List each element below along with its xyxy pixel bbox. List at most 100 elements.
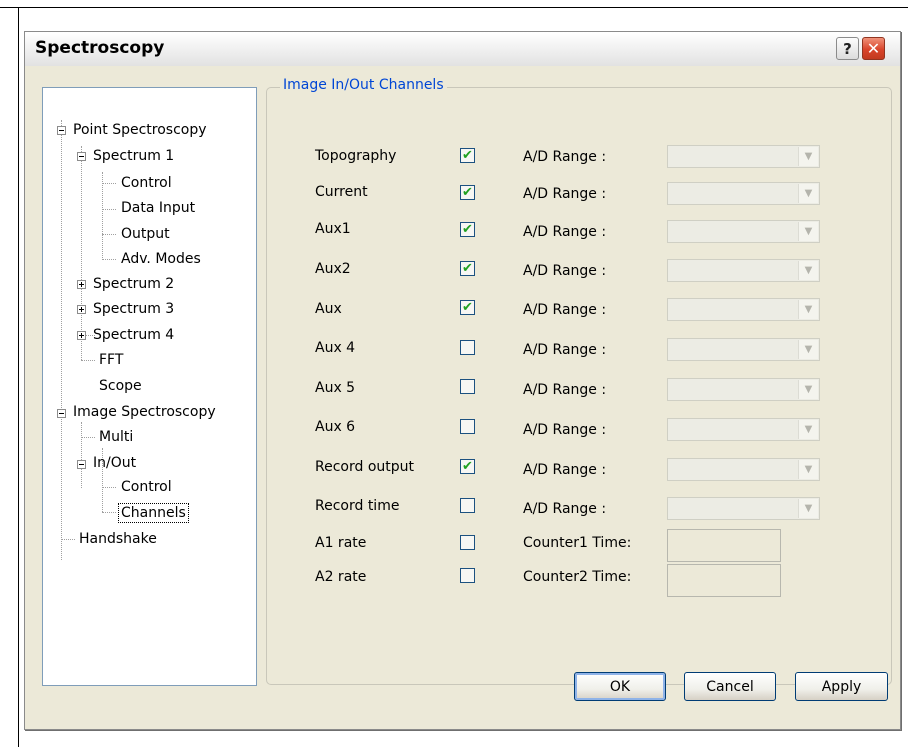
ad-range-select[interactable]: ▼ [667, 338, 820, 361]
rate-label: A1 rate [315, 535, 367, 551]
channel-label: Aux [315, 301, 342, 317]
expand-icon[interactable] [77, 331, 86, 340]
rate-label: A2 rate [315, 569, 367, 585]
tree-line [102, 234, 116, 235]
tree-item-spectrum-2[interactable]: Spectrum 2 [91, 275, 176, 293]
channel-label: Aux 5 [315, 380, 356, 396]
tree-item-multi[interactable]: Multi [97, 428, 135, 446]
collapse-icon[interactable] [77, 460, 86, 469]
counter-time-label: Counter2 Time: [523, 569, 632, 585]
page-border-top [0, 7, 908, 8]
tree-item-in-out-control[interactable]: Control [119, 478, 174, 496]
chevron-down-icon[interactable]: ▼ [798, 147, 818, 166]
tree-line [102, 487, 116, 488]
channel-checkbox[interactable]: ✔ [460, 148, 475, 163]
tree-item-channels[interactable]: Channels [118, 503, 189, 523]
tree-line [102, 259, 116, 260]
page-border-left [18, 7, 19, 747]
tree-item-fft[interactable]: FFT [97, 351, 125, 369]
channel-label: Record time [315, 498, 400, 514]
chevron-down-icon[interactable]: ▼ [798, 222, 818, 241]
collapse-icon[interactable] [57, 126, 66, 135]
ad-range-label: A/D Range : [523, 149, 607, 165]
counter-time-label: Counter1 Time: [523, 535, 632, 551]
ad-range-select[interactable]: ▼ [667, 145, 820, 168]
tree-item-spectrum-1[interactable]: Spectrum 1 [91, 147, 176, 165]
channel-checkbox[interactable]: ✔ [460, 300, 475, 315]
expand-icon[interactable] [77, 280, 86, 289]
channel-label: Aux 4 [315, 340, 356, 356]
window-title: Spectroscopy [35, 38, 165, 58]
help-button[interactable]: ? [836, 37, 859, 60]
channel-label: Record output [315, 459, 414, 475]
tree-item-scope[interactable]: Scope [97, 377, 144, 395]
channel-label: Aux1 [315, 221, 351, 237]
channel-label: Topography [315, 148, 397, 164]
ad-range-label: A/D Range : [523, 342, 607, 358]
channel-checkbox[interactable] [460, 498, 475, 513]
ad-range-select[interactable]: ▼ [667, 259, 820, 282]
tree-line [81, 437, 95, 438]
channel-checkbox[interactable]: ✔ [460, 222, 475, 237]
tree-item-spectrum-3[interactable]: Spectrum 3 [91, 300, 176, 318]
tree-item-handshake[interactable]: Handshake [77, 530, 159, 548]
chevron-down-icon[interactable]: ▼ [798, 420, 818, 439]
apply-button[interactable]: Apply [795, 672, 888, 701]
channel-label: Aux 6 [315, 419, 356, 435]
ad-range-select[interactable]: ▼ [667, 220, 820, 243]
channel-label: Current [315, 184, 368, 200]
tree-item-adv-modes[interactable]: Adv. Modes [119, 250, 203, 268]
chevron-down-icon[interactable]: ▼ [798, 184, 818, 203]
navigation-tree[interactable]: Point Spectroscopy Spectrum 1 Control Da… [42, 87, 257, 686]
tree-item-data-input[interactable]: Data Input [119, 199, 197, 217]
ad-range-label: A/D Range : [523, 462, 607, 478]
chevron-down-icon[interactable]: ▼ [798, 340, 818, 359]
chevron-down-icon[interactable]: ▼ [798, 499, 818, 518]
ad-range-select[interactable]: ▼ [667, 298, 820, 321]
chevron-down-icon[interactable]: ▼ [798, 300, 818, 319]
channel-checkbox[interactable]: ✔ [460, 459, 475, 474]
tree-line [81, 422, 82, 488]
chevron-down-icon[interactable]: ▼ [798, 460, 818, 479]
tree-item-output[interactable]: Output [119, 225, 172, 243]
close-button[interactable]: ✕ [862, 37, 885, 60]
ad-range-label: A/D Range : [523, 302, 607, 318]
rate-checkbox[interactable] [460, 535, 475, 550]
channel-checkbox[interactable]: ✔ [460, 185, 475, 200]
tree-item-spectrum-4[interactable]: Spectrum 4 [91, 326, 176, 344]
cancel-button[interactable]: Cancel [684, 672, 776, 701]
collapse-icon[interactable] [57, 409, 66, 418]
ad-range-select[interactable]: ▼ [667, 418, 820, 441]
ad-range-select[interactable]: ▼ [667, 378, 820, 401]
channel-checkbox[interactable] [460, 419, 475, 434]
channel-label: Aux2 [315, 261, 351, 277]
spectroscopy-dialog: Spectroscopy ? ✕ Point Spectroscopy Spec… [24, 31, 901, 730]
counter1-time-field[interactable] [667, 529, 781, 562]
tree-item-point-spectroscopy[interactable]: Point Spectroscopy [71, 121, 209, 139]
chevron-down-icon[interactable]: ▼ [798, 380, 818, 399]
tree-item-in-out[interactable]: In/Out [91, 454, 138, 472]
tree-item-image-spectroscopy[interactable]: Image Spectroscopy [71, 403, 218, 421]
tree-item-control[interactable]: Control [119, 174, 174, 192]
ad-range-select[interactable]: ▼ [667, 182, 820, 205]
ad-range-label: A/D Range : [523, 263, 607, 279]
tree-line [61, 539, 75, 540]
group-title: Image In/Out Channels [280, 77, 447, 93]
tree-line [102, 209, 116, 210]
rate-checkbox[interactable] [460, 568, 475, 583]
ad-range-select[interactable]: ▼ [667, 458, 820, 481]
channel-checkbox[interactable] [460, 379, 475, 394]
tree-line [81, 146, 82, 360]
ad-range-select[interactable]: ▼ [667, 497, 820, 520]
title-bar[interactable]: Spectroscopy ? ✕ [25, 32, 900, 66]
chevron-down-icon[interactable]: ▼ [798, 261, 818, 280]
ad-range-label: A/D Range : [523, 186, 607, 202]
expand-icon[interactable] [77, 305, 86, 314]
ad-range-label: A/D Range : [523, 382, 607, 398]
ok-button[interactable]: OK [574, 672, 666, 701]
counter2-time-field[interactable] [667, 564, 781, 597]
channel-checkbox[interactable]: ✔ [460, 261, 475, 276]
channel-checkbox[interactable] [460, 340, 475, 355]
collapse-icon[interactable] [77, 152, 86, 161]
tree-line [102, 172, 103, 258]
